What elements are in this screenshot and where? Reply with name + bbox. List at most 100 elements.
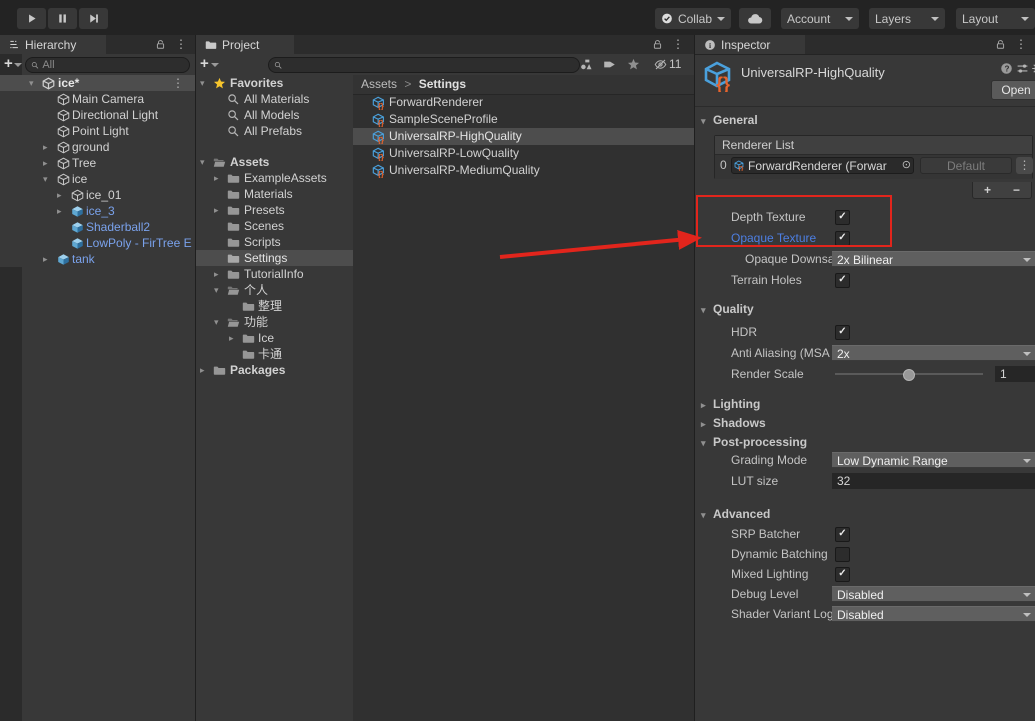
tree-item[interactable]: ▸ Presets bbox=[196, 202, 353, 218]
tree-item[interactable]: 整理 bbox=[196, 298, 353, 314]
expander-closed-icon[interactable]: ▸ bbox=[200, 362, 205, 378]
debug-level-dropdown[interactable]: Disabled bbox=[832, 586, 1035, 602]
expander-closed-icon[interactable]: ▸ bbox=[229, 330, 234, 346]
tree-item[interactable]: ▾ 个人 bbox=[196, 282, 353, 298]
chevron-down-icon[interactable] bbox=[211, 63, 219, 67]
expander-closed-icon[interactable]: ▸ bbox=[214, 202, 219, 218]
tree-item-settings[interactable]: Settings bbox=[196, 250, 353, 266]
expander-closed-icon[interactable]: ▸ bbox=[701, 396, 706, 414]
hierarchy-item[interactable]: Main Camera bbox=[0, 91, 195, 107]
asset-file[interactable]: UniversalRP-LowQuality bbox=[353, 145, 694, 162]
tab-hierarchy[interactable]: Hierarchy bbox=[0, 35, 106, 54]
menu-kebab-icon[interactable]: ⋮ bbox=[672, 37, 684, 51]
hierarchy-search-input[interactable] bbox=[42, 59, 184, 71]
pause-button[interactable] bbox=[48, 8, 77, 29]
depth-texture-checkbox[interactable]: ✓ bbox=[835, 210, 850, 225]
expander-open-icon[interactable]: ▾ bbox=[29, 75, 34, 91]
label-tag-icon[interactable] bbox=[603, 58, 616, 71]
hierarchy-item-scene[interactable]: ▾ ice* ⋮ bbox=[0, 75, 195, 91]
hierarchy-search[interactable] bbox=[25, 57, 190, 73]
tree-item[interactable]: Materials bbox=[196, 186, 353, 202]
hierarchy-item[interactable]: ▸ ice_3 bbox=[0, 203, 195, 219]
tree-item[interactable]: Scripts bbox=[196, 234, 353, 250]
terrain-holes-checkbox[interactable]: ✓ bbox=[835, 273, 850, 288]
menu-kebab-icon[interactable]: ⋮ bbox=[172, 76, 184, 90]
grading-mode-dropdown[interactable]: Low Dynamic Range bbox=[832, 452, 1035, 468]
help-icon[interactable] bbox=[1000, 62, 1013, 75]
tree-item[interactable]: ▸ Ice bbox=[196, 330, 353, 346]
hidden-count-eye-icon[interactable] bbox=[654, 58, 667, 71]
step-button[interactable] bbox=[79, 8, 108, 29]
expander-closed-icon[interactable]: ▸ bbox=[43, 251, 48, 267]
hierarchy-item[interactable]: Shaderball2 bbox=[0, 219, 195, 235]
shader-variant-log-dropdown[interactable]: Disabled bbox=[832, 606, 1035, 622]
search-by-type-icon[interactable] bbox=[580, 58, 593, 71]
tree-item[interactable]: 卡通 bbox=[196, 346, 353, 362]
tab-inspector[interactable]: Inspector bbox=[695, 35, 805, 54]
hierarchy-item[interactable]: ▸ Tree bbox=[0, 155, 195, 171]
renderer-row-menu[interactable]: ⋮ bbox=[1016, 157, 1033, 174]
menu-kebab-icon[interactable]: ⋮ bbox=[1015, 37, 1027, 51]
remove-renderer-button[interactable]: − bbox=[1013, 183, 1020, 197]
renderer-object-field[interactable]: ForwardRenderer (Forwar ⊙ bbox=[731, 157, 914, 174]
expander-open-icon[interactable]: ▾ bbox=[701, 506, 706, 524]
project-search-input[interactable] bbox=[286, 59, 574, 71]
play-button[interactable] bbox=[17, 8, 46, 29]
hierarchy-item[interactable]: ▸ tank bbox=[0, 251, 195, 267]
gear-icon[interactable] bbox=[1031, 62, 1035, 75]
expander-closed-icon[interactable]: ▸ bbox=[214, 266, 219, 282]
breadcrumb-root[interactable]: Assets bbox=[361, 77, 397, 91]
open-button[interactable]: Open bbox=[991, 80, 1035, 100]
expander-closed-icon[interactable]: ▸ bbox=[57, 187, 62, 203]
lock-icon[interactable] bbox=[155, 39, 166, 50]
cloud-button[interactable] bbox=[739, 8, 771, 29]
tree-item[interactable]: All Prefabs bbox=[196, 123, 353, 139]
expander-closed-icon[interactable]: ▸ bbox=[43, 139, 48, 155]
field-label-link[interactable]: Opaque Texture bbox=[731, 228, 832, 248]
add-button[interactable]: + bbox=[4, 55, 13, 72]
expander-open-icon[interactable]: ▾ bbox=[200, 75, 205, 91]
lock-icon[interactable] bbox=[652, 39, 663, 50]
asset-file[interactable]: SampleSceneProfile bbox=[353, 111, 694, 128]
expander-open-icon[interactable]: ▾ bbox=[200, 154, 205, 170]
tree-item[interactable]: ▾ 功能 bbox=[196, 314, 353, 330]
render-scale-slider[interactable] bbox=[835, 373, 983, 375]
section-quality[interactable]: ▾ Quality bbox=[695, 300, 1035, 318]
expander-open-icon[interactable]: ▾ bbox=[214, 314, 219, 330]
mixed-lighting-checkbox[interactable]: ✓ bbox=[835, 567, 850, 582]
collab-dropdown[interactable]: Collab bbox=[655, 8, 731, 29]
opaque-texture-checkbox[interactable]: ✓ bbox=[835, 231, 850, 246]
menu-kebab-icon[interactable]: ⋮ bbox=[175, 37, 187, 51]
hierarchy-item[interactable]: ▾ ice bbox=[0, 171, 195, 187]
dynamic-batching-checkbox[interactable] bbox=[835, 547, 850, 562]
expander-closed-icon[interactable]: ▸ bbox=[57, 203, 62, 219]
default-button[interactable]: Default bbox=[920, 157, 1012, 174]
tree-item-favorites[interactable]: ▾ Favorites bbox=[196, 75, 353, 91]
breadcrumb-current[interactable]: Settings bbox=[419, 77, 466, 91]
lut-size-input[interactable]: 32 bbox=[832, 473, 1035, 489]
render-scale-value[interactable]: 1 bbox=[995, 366, 1035, 382]
project-search[interactable] bbox=[268, 57, 580, 73]
tab-project[interactable]: Project bbox=[196, 35, 294, 54]
object-picker-icon[interactable]: ⊙ bbox=[902, 159, 911, 172]
hierarchy-item[interactable]: LowPoly - FirTree E bbox=[0, 235, 195, 251]
presets-icon[interactable] bbox=[1016, 62, 1029, 75]
section-post-processing[interactable]: ▾ Post-processing bbox=[695, 433, 1035, 451]
slider-thumb[interactable] bbox=[903, 369, 915, 381]
hierarchy-item[interactable]: ▸ ground bbox=[0, 139, 195, 155]
anti-aliasing-dropdown[interactable]: 2x bbox=[832, 345, 1035, 361]
expander-open-icon[interactable]: ▾ bbox=[701, 112, 706, 130]
section-advanced[interactable]: ▾ Advanced bbox=[695, 505, 1035, 523]
account-dropdown[interactable]: Account bbox=[781, 8, 859, 29]
tree-item-packages[interactable]: ▸ Packages bbox=[196, 362, 353, 378]
expander-open-icon[interactable]: ▾ bbox=[701, 301, 706, 319]
expander-closed-icon[interactable]: ▸ bbox=[701, 415, 706, 433]
layers-dropdown[interactable]: Layers bbox=[869, 8, 945, 29]
hierarchy-item[interactable]: Point Light bbox=[0, 123, 195, 139]
add-button[interactable]: + bbox=[200, 55, 209, 72]
asset-file-selected[interactable]: UniversalRP-HighQuality bbox=[353, 128, 694, 145]
section-general[interactable]: ▾ General bbox=[695, 111, 1035, 129]
asset-file[interactable]: UniversalRP-MediumQuality bbox=[353, 162, 694, 179]
hdr-checkbox[interactable]: ✓ bbox=[835, 325, 850, 340]
tree-item[interactable]: All Materials bbox=[196, 91, 353, 107]
